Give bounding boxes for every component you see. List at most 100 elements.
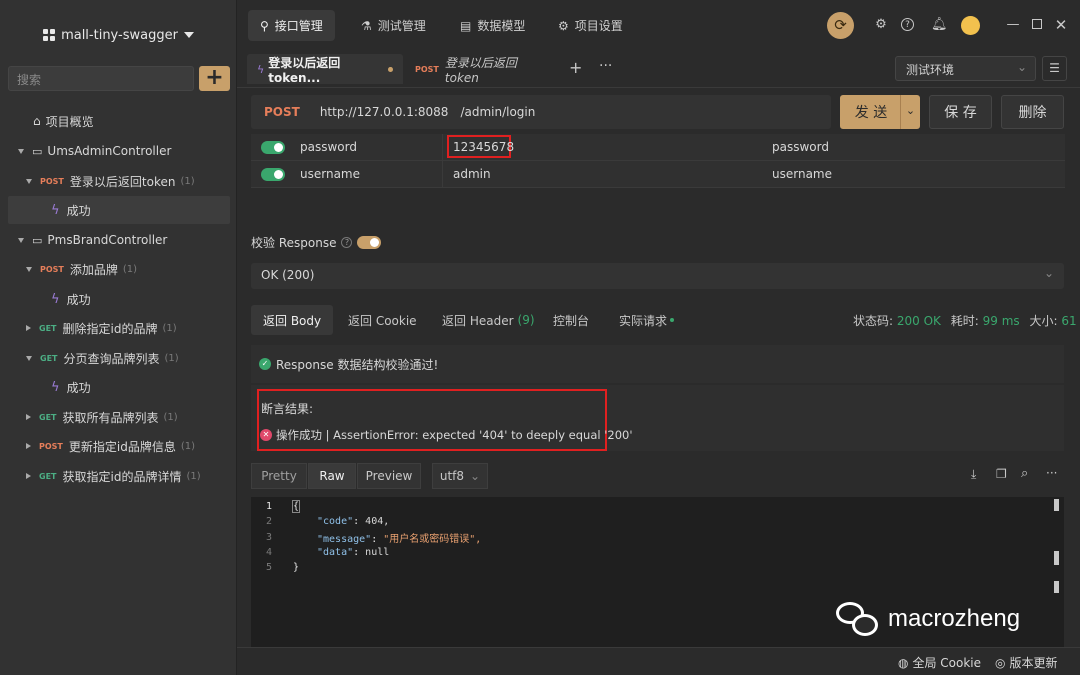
method-badge: GET	[40, 353, 58, 363]
caret-right-icon[interactable]	[26, 325, 31, 331]
search-icon[interactable]: ⌕	[1021, 466, 1028, 481]
size-label: 大小:	[1029, 314, 1058, 328]
encoding-value: utf8	[439, 469, 465, 483]
tree-api-item[interactable]: GET 获取指定id的品牌详情 (1)	[8, 462, 230, 490]
tree-folder[interactable]: ▭ UmsAdminController	[8, 137, 230, 165]
caret-right-icon[interactable]	[26, 414, 31, 420]
url-bar[interactable]: POST http://127.0.0.1:8088 /admin/login	[251, 95, 831, 129]
caret-down-icon[interactable]	[26, 178, 32, 184]
more-icon[interactable]: ···	[599, 58, 612, 74]
tree-case-item[interactable]: ϟ 成功	[8, 196, 230, 224]
tree-api-item[interactable]: POST 登录以后返回token (1)	[8, 167, 230, 195]
cookie-icon: ◍	[898, 655, 909, 670]
item-count: (1)	[164, 352, 179, 364]
avatar[interactable]	[961, 16, 980, 35]
tree-api-item[interactable]: GET 分页查询品牌列表 (1)	[8, 344, 230, 372]
settings-icon[interactable]: ⚙	[873, 17, 889, 33]
tab-raw[interactable]: Raw	[308, 463, 356, 489]
param-name[interactable]: username	[300, 167, 360, 181]
tree-label: 删除指定id的品牌	[62, 321, 158, 336]
list-icon[interactable]: ☰	[1042, 56, 1067, 81]
tab-pretty[interactable]: Pretty	[251, 463, 307, 489]
close-icon[interactable]: ✕	[1053, 17, 1069, 33]
tab-response-header[interactable]: 返回 Header (9)	[430, 305, 547, 335]
tree-overview[interactable]: ⌂ 项目概览	[8, 107, 230, 135]
file-tab[interactable]: POST 登录以后返回token	[405, 54, 555, 85]
maximize-icon[interactable]	[1032, 19, 1042, 29]
tab-test-management[interactable]: ⚗ 测试管理	[349, 10, 438, 41]
more-icon[interactable]: ···	[1046, 466, 1057, 480]
param-name[interactable]: password	[300, 140, 357, 154]
encoding-select[interactable]: utf8 ⌄	[432, 463, 488, 489]
update-button[interactable]: ◎ 版本更新	[995, 654, 1058, 671]
send-button[interactable]: 发 送 ⌄	[840, 95, 920, 129]
help-icon[interactable]: ?	[901, 18, 914, 31]
copy-icon[interactable]: ❐	[996, 467, 1007, 481]
info-icon: ?	[341, 237, 353, 248]
request-path[interactable]: /admin/login	[460, 105, 535, 119]
param-desc[interactable]: username	[772, 167, 832, 181]
code-line: 5}	[251, 560, 299, 575]
add-tab-icon[interactable]: +	[569, 58, 582, 77]
validation-message: ✓ Response 数据结构校验通过!	[251, 345, 1064, 383]
minimize-icon[interactable]: —	[1005, 17, 1021, 33]
tab-api-management[interactable]: ⚲ 接口管理	[248, 10, 335, 41]
project-selector[interactable]: mall-tiny-swagger	[0, 24, 237, 46]
param-toggle[interactable]	[261, 141, 285, 154]
request-method[interactable]: POST	[264, 105, 300, 119]
param-desc[interactable]: password	[772, 140, 829, 154]
tree-label: 分页查询品牌列表	[63, 351, 160, 366]
param-toggle[interactable]	[261, 168, 285, 181]
scrollbar-thumb[interactable]	[1054, 499, 1059, 511]
global-cookie-button[interactable]: ◍ 全局 Cookie	[898, 654, 981, 671]
caret-right-icon[interactable]	[26, 443, 31, 449]
bell-icon[interactable]: 🔔︎	[931, 17, 948, 33]
check-circle-icon: ✓	[259, 358, 271, 370]
file-tab-active[interactable]: ϟ 登录以后返回token...	[247, 54, 403, 85]
item-count: (1)	[180, 175, 195, 187]
search-input[interactable]: 搜索	[8, 66, 194, 91]
validate-row: 校验 Response ?	[251, 234, 382, 251]
param-value[interactable]: 12345678	[447, 135, 514, 158]
tree-case-item[interactable]: ϟ 成功	[8, 373, 230, 401]
assertion-title: 断言结果:	[261, 402, 314, 416]
code-brace: }	[293, 562, 300, 574]
download-icon[interactable]: ⤓	[971, 467, 976, 482]
tab-data-model[interactable]: ▤ 数据模型	[448, 10, 537, 41]
line-number: 4	[265, 546, 272, 558]
chevron-down-icon[interactable]: ⌄	[900, 95, 920, 129]
sidebar: mall-tiny-swagger 搜索 + ⌂ 项目概览 ▭ UmsAdminCon…	[0, 0, 237, 675]
tree-api-item[interactable]: GET 删除指定id的品牌 (1)	[8, 314, 230, 342]
environment-select[interactable]: 测试环境 ⌄	[895, 56, 1036, 81]
file-tab-label: 登录以后返回token	[444, 55, 517, 85]
chevron-down-icon: ⌄	[1016, 60, 1027, 74]
validate-toggle[interactable]	[357, 236, 382, 249]
tab-console[interactable]: 控制台	[541, 305, 601, 335]
tab-response-body[interactable]: 返回 Body	[251, 305, 334, 335]
tab-preview[interactable]: Preview	[357, 463, 421, 489]
caret-down-icon[interactable]	[18, 237, 24, 243]
scrollbar-marker	[1054, 581, 1059, 593]
tree-api-item[interactable]: POST 更新指定id品牌信息 (1)	[8, 432, 230, 460]
caret-down-icon[interactable]	[26, 355, 32, 361]
tab-actual-request[interactable]: 实际请求	[607, 305, 686, 335]
tree-label: 成功	[66, 380, 91, 395]
sync-icon[interactable]: ⟳	[827, 12, 854, 39]
add-button[interactable]: +	[199, 66, 230, 91]
delete-button[interactable]: 删除	[1001, 95, 1064, 129]
tree-api-item[interactable]: GET 获取所有品牌列表 (1)	[8, 403, 230, 431]
divider	[442, 161, 443, 188]
caret-right-icon[interactable]	[26, 473, 31, 479]
save-button[interactable]: 保 存	[929, 95, 992, 129]
caret-down-icon[interactable]	[18, 148, 24, 154]
tab-project-settings[interactable]: ⚙ 项目设置	[546, 10, 635, 41]
tree-label: 成功	[66, 292, 91, 307]
param-value[interactable]: admin	[453, 167, 491, 181]
tree-api-item[interactable]: POST 添加品牌 (1)	[8, 255, 230, 283]
tab-label: 实际请求	[619, 313, 668, 328]
tree-folder[interactable]: ▭ PmsBrandController	[8, 226, 230, 254]
tab-response-cookie[interactable]: 返回 Cookie	[336, 305, 429, 335]
tree-case-item[interactable]: ϟ 成功	[8, 285, 230, 313]
caret-down-icon[interactable]	[26, 266, 32, 272]
response-select[interactable]: OK (200) ⌄	[251, 263, 1064, 289]
